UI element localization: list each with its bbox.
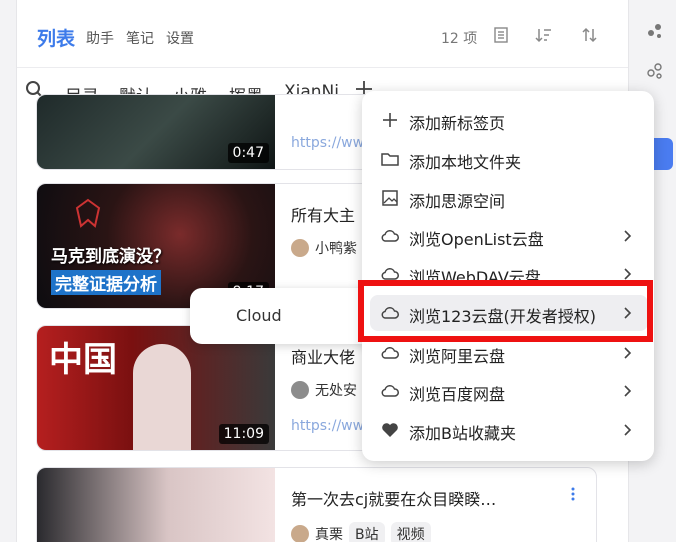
item-author: 真栗 B站 视频 (291, 522, 431, 542)
sort-icon[interactable] (535, 26, 553, 44)
author-name: 无处安 (315, 383, 357, 399)
menu-item-baidu[interactable]: 浏览百度网盘 (362, 373, 654, 409)
heart-icon (382, 423, 398, 437)
sort-direction-icon[interactable] (581, 26, 599, 44)
duration-badge: 0:47 (227, 143, 269, 163)
chevron-right-icon (624, 385, 632, 397)
chevron-right-icon (624, 424, 632, 436)
item-author: 小鸭紫 (291, 238, 357, 258)
item-title[interactable]: 所有大主 (291, 202, 355, 226)
more-options-icon[interactable] (570, 486, 576, 502)
menu-item-siyuan-space[interactable]: 添加思源空间 (362, 180, 654, 216)
add-tab-menu: 添加新标签页 添加本地文件夹 添加思源空间 浏览OpenList云盘 浏览Web… (362, 91, 654, 461)
item-title[interactable]: 第一次去cj就要在众目睽睽… (291, 486, 496, 510)
duration-badge: 11:09 (218, 424, 269, 444)
logo-icon (75, 198, 101, 228)
left-edge-strip (0, 0, 16, 542)
thumbnail-caption: 马克到底演没？ (51, 247, 170, 267)
list-item[interactable]: 第一次去cj就要在众目睽睽… 真栗 B站 视频 (36, 467, 597, 542)
author-name: 小鸭紫 (315, 241, 357, 257)
video-thumbnail: 0:47 (37, 95, 275, 169)
menu-item-label: 添加本地文件夹 (409, 153, 522, 172)
menu-item-local-folder[interactable]: 添加本地文件夹 (362, 141, 654, 177)
highlight-box (358, 280, 653, 342)
tag-badge[interactable]: 视频 (390, 522, 431, 542)
cloud-label: Cloud (236, 306, 282, 325)
cloud-icon (381, 230, 399, 242)
menu-item-openlist[interactable]: 浏览OpenList云盘 (362, 218, 654, 254)
menu-item-label: 添加B站收藏夹 (409, 424, 516, 443)
item-title[interactable]: 商业大佬 (291, 344, 355, 368)
chevron-right-icon (624, 347, 632, 359)
menu-item-bilibili-favorites[interactable]: 添加B站收藏夹 (362, 412, 654, 448)
image-icon (382, 190, 398, 206)
menu-item-label: 浏览OpenList云盘 (409, 230, 544, 249)
thumbnail-caption: 中国 (49, 340, 117, 380)
cloud-icon (381, 347, 399, 359)
menu-item-new-tab[interactable]: 添加新标签页 (362, 102, 654, 138)
plus-icon (383, 113, 397, 127)
menu-item-label: 添加思源空间 (409, 192, 506, 211)
item-count: 12 项 (441, 31, 478, 47)
author-name: 真栗 (315, 527, 343, 542)
notes-link[interactable]: 笔记 (126, 28, 154, 48)
menu-item-label: 添加新标签页 (409, 114, 506, 133)
folder-icon (381, 153, 399, 166)
video-thumbnail (37, 468, 275, 542)
settings-link[interactable]: 设置 (166, 28, 194, 48)
menu-item-label: 浏览阿里云盘 (409, 347, 506, 366)
cloud-submenu[interactable]: Cloud (190, 288, 386, 344)
cloud-icon (381, 385, 399, 397)
thumbnail-figure (133, 344, 191, 450)
network-icon[interactable] (646, 62, 664, 80)
item-author: 无处安 (291, 380, 357, 400)
list-view-icon[interactable] (492, 26, 510, 44)
video-thumbnail: 中国 11:09 (37, 326, 275, 450)
page-title: 列表 (37, 28, 76, 50)
avatar (291, 381, 309, 399)
avatar (291, 525, 309, 542)
tag-badge[interactable]: B站 (349, 522, 385, 542)
menu-item-label: 浏览百度网盘 (409, 385, 506, 404)
chevron-right-icon (624, 230, 632, 242)
panel-header: 列表 助手 笔记 设置 12 项 (17, 0, 628, 68)
graph-icon[interactable] (646, 22, 664, 40)
thumbnail-caption: 完整证据分析 (51, 270, 161, 295)
assistant-link[interactable]: 助手 (86, 28, 114, 48)
avatar (291, 239, 309, 257)
